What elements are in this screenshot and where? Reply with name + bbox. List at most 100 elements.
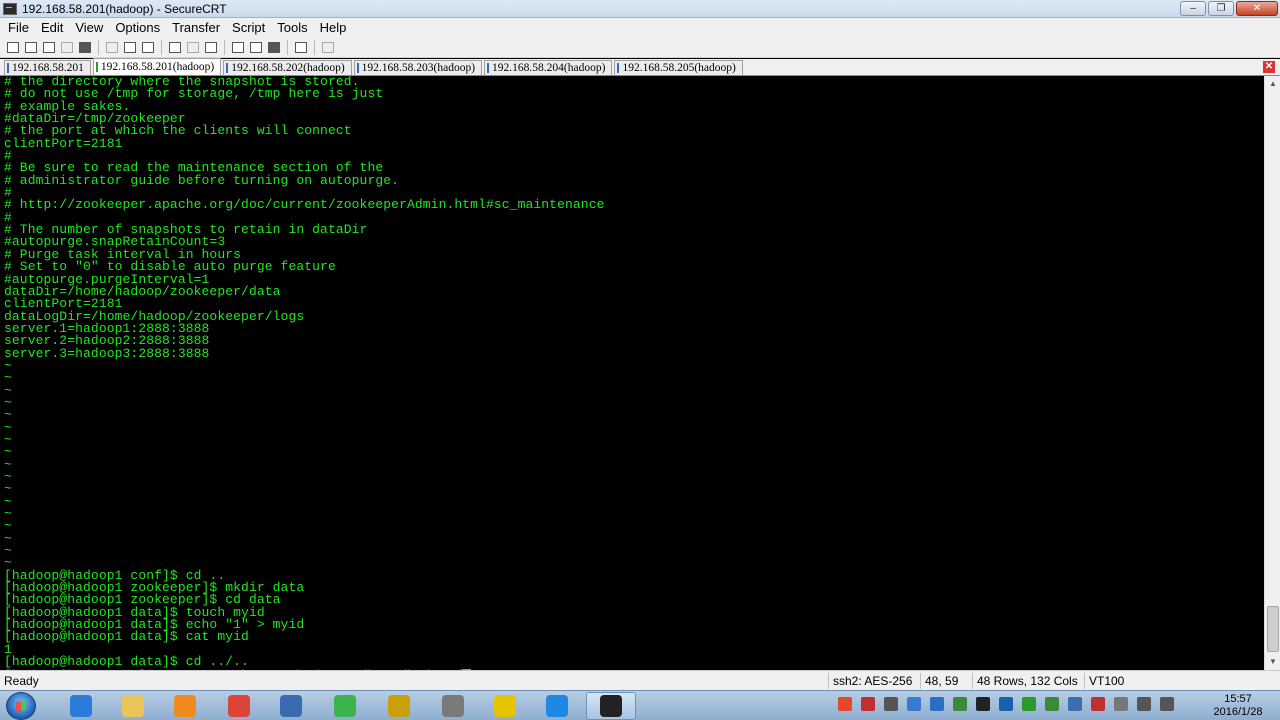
find-icon[interactable]: [139, 39, 156, 56]
clock-date: 2016/1/28: [1213, 706, 1263, 718]
menu-view[interactable]: View: [69, 20, 109, 35]
menu-tools[interactable]: Tools: [271, 20, 313, 35]
status-dimensions: 48 Rows, 132 Cols: [972, 673, 1082, 689]
taskbar-app-button[interactable]: [160, 692, 210, 720]
terminal-line: ~: [4, 370, 12, 386]
toolbar-separator: [161, 39, 162, 55]
close-tab-button[interactable]: ✕: [1263, 61, 1275, 73]
close-window-button[interactable]: ✕: [1236, 1, 1278, 16]
status-bar: Ready ssh2: AES-256 48, 59 48 Rows, 132 …: [0, 670, 1280, 690]
terminal-line: # example sakes.: [4, 98, 131, 114]
disconnect-icon[interactable]: [76, 39, 93, 56]
remove-device-icon[interactable]: [1091, 697, 1105, 711]
menu-options[interactable]: Options: [109, 20, 166, 35]
sogou-icon[interactable]: [838, 697, 852, 711]
status-emulation: VT100: [1084, 673, 1128, 689]
tab-session-201-hadoop[interactable]: 192.168.58.201(hadoop): [92, 58, 222, 75]
tab-session-205-hadoop[interactable]: 192.168.58.205(hadoop): [614, 60, 743, 75]
tab-session-203-hadoop[interactable]: 192.168.58.203(hadoop): [353, 60, 483, 75]
quick-connect-icon[interactable]: [22, 39, 39, 56]
usb-icon[interactable]: [884, 697, 898, 711]
help-icon[interactable]: [292, 39, 309, 56]
securecrt-taskbar-icon: [600, 695, 622, 717]
tab-session-201[interactable]: 192.168.58.201: [4, 60, 91, 75]
scroll-thumb[interactable]: [1267, 606, 1279, 652]
menu-script[interactable]: Script: [226, 20, 271, 35]
start-button[interactable]: [6, 692, 36, 720]
terminal-line: ~: [4, 444, 12, 460]
about-icon[interactable]: [319, 39, 336, 56]
terminal-line: # http://zookeeper.apache.org/doc/curren…: [4, 197, 605, 213]
window-controls: – ❐ ✕: [1178, 1, 1278, 16]
volume-icon[interactable]: [1137, 697, 1151, 711]
taskbar-app-button[interactable]: [108, 692, 158, 720]
taskbar-app-button[interactable]: [374, 692, 424, 720]
tab-session-204-hadoop[interactable]: 192.168.58.204(hadoop): [484, 60, 613, 75]
taskbar-app-button[interactable]: [214, 692, 264, 720]
terminal-line: ~: [4, 493, 12, 509]
windows-taskbar: 15:57 2016/1/28: [0, 690, 1280, 720]
terminal-line: ~: [4, 431, 12, 447]
reconnect-icon[interactable]: [58, 39, 75, 56]
terminal-output[interactable]: # the directory where the snapshot is st…: [0, 76, 1264, 670]
explorer-icon: [122, 695, 144, 717]
scroll-down-arrow[interactable]: ▼: [1265, 654, 1280, 670]
taskbar-app-button[interactable]: [320, 692, 370, 720]
bluetooth-icon[interactable]: [999, 697, 1013, 711]
paste-icon[interactable]: [121, 39, 138, 56]
window-title: 192.168.58.201(hadoop) - SecureCRT: [22, 1, 227, 16]
taskbar-app-button[interactable]: [428, 692, 478, 720]
minimize-button[interactable]: –: [1180, 1, 1206, 16]
terminal-line: [hadoop@hadoop1 data]$ cat myid: [4, 629, 249, 645]
virtualbox-icon: [546, 695, 568, 717]
help-tray-icon[interactable]: [1114, 697, 1128, 711]
terminal-line: ~: [4, 506, 12, 522]
title-bar: 192.168.58.201(hadoop) - SecureCRT – ❐ ✕: [0, 0, 1280, 18]
terminal-scrollbar[interactable]: ▲ ▼: [1264, 76, 1280, 670]
terminal-line: ~: [4, 456, 12, 472]
taskbar-app-button[interactable]: [532, 692, 582, 720]
network-disk-icon[interactable]: [907, 697, 921, 711]
session-tab-bar: 192.168.58.201 192.168.58.201(hadoop) 19…: [0, 58, 1280, 76]
tab-session-202-hadoop[interactable]: 192.168.58.202(hadoop): [223, 60, 352, 75]
terminal-line: ~: [4, 530, 12, 546]
shield-icon[interactable]: [1045, 697, 1059, 711]
menu-transfer[interactable]: Transfer: [166, 20, 226, 35]
flag-icon[interactable]: [861, 697, 875, 711]
display-icon[interactable]: [1068, 697, 1082, 711]
copy-icon[interactable]: [103, 39, 120, 56]
connect-icon[interactable]: [4, 39, 21, 56]
print-selection-icon[interactable]: [184, 39, 201, 56]
menu-edit[interactable]: Edit: [35, 20, 69, 35]
terminal-line: ~: [4, 357, 12, 373]
keymap-icon[interactable]: [265, 39, 282, 56]
taskbar-app-button[interactable]: [266, 692, 316, 720]
terminal-line: ~: [4, 407, 12, 423]
print-setup-icon[interactable]: [202, 39, 219, 56]
restore-button[interactable]: ❐: [1208, 1, 1234, 16]
scroll-up-arrow[interactable]: ▲: [1265, 76, 1280, 92]
ie-icon: [70, 695, 92, 717]
windows-icon[interactable]: [930, 697, 944, 711]
qq-icon[interactable]: [976, 697, 990, 711]
media-player-icon: [174, 695, 196, 717]
session-options-icon[interactable]: [229, 39, 246, 56]
taskbar-app-button[interactable]: [56, 692, 106, 720]
menu-file[interactable]: File: [2, 20, 35, 35]
print-icon[interactable]: [166, 39, 183, 56]
system-clock[interactable]: 15:57 2016/1/28: [1200, 693, 1276, 719]
toolbar-separator: [224, 39, 225, 55]
toolbar-separator: [98, 39, 99, 55]
toolbar: [0, 37, 1280, 58]
signal-icon[interactable]: [1160, 697, 1174, 711]
global-options-icon[interactable]: [247, 39, 264, 56]
connect-tab-icon[interactable]: [40, 39, 57, 56]
lock-app-icon: [280, 695, 302, 717]
shield-green-icon[interactable]: [1022, 697, 1036, 711]
menu-help[interactable]: Help: [314, 20, 353, 35]
chrome-icon: [228, 695, 250, 717]
taskbar-app-button[interactable]: [586, 692, 636, 720]
status-cipher: ssh2: AES-256: [828, 673, 916, 689]
security-icon[interactable]: [953, 697, 967, 711]
taskbar-app-button[interactable]: [480, 692, 530, 720]
